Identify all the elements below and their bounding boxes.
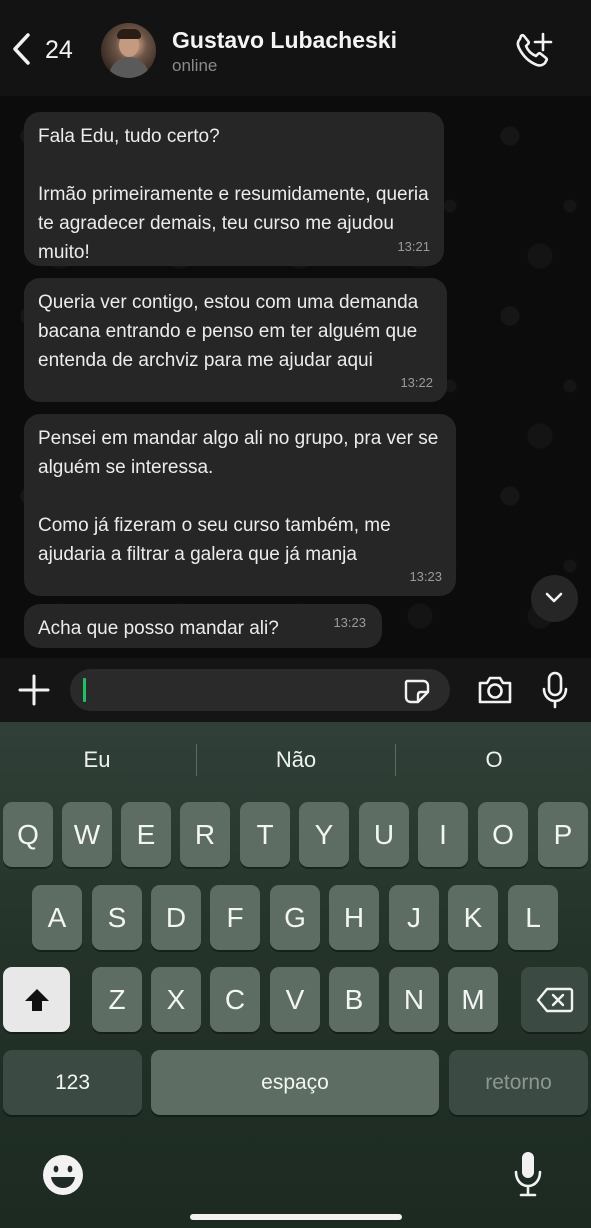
message-list[interactable]: Fala Edu, tudo certo? Irmão primeirament… — [0, 96, 591, 658]
key-e[interactable]: E — [121, 802, 171, 867]
suggestion-bar: Eu Não O — [0, 738, 591, 782]
home-indicator[interactable] — [190, 1214, 402, 1220]
avatar[interactable] — [101, 23, 156, 78]
backspace-icon — [536, 987, 573, 1012]
key-u[interactable]: U — [359, 802, 409, 867]
message-text: Queria ver contigo, estou com uma demand… — [38, 292, 419, 371]
message-bubble[interactable]: Queria ver contigo, estou com uma demand… — [24, 278, 447, 402]
emoji-button[interactable] — [41, 1153, 85, 1197]
message-text: Acha que posso mandar ali? — [38, 618, 279, 639]
message-time: 13:23 — [333, 615, 366, 630]
key-l[interactable]: L — [508, 885, 558, 950]
key-a[interactable]: A — [32, 885, 82, 950]
add-call-button[interactable] — [512, 30, 556, 70]
whatsapp-chat-screen: 24 Gustavo Lubacheski online Fala Edu, t… — [0, 0, 591, 1228]
numbers-key[interactable]: 123 — [3, 1050, 142, 1115]
suggestion-divider — [196, 744, 197, 776]
camera-icon — [478, 676, 512, 704]
unread-count: 24 — [45, 36, 73, 64]
shift-key[interactable] — [3, 967, 70, 1032]
key-z[interactable]: Z — [92, 967, 142, 1032]
attach-button[interactable] — [16, 672, 52, 708]
key-t[interactable]: T — [240, 802, 290, 867]
message-time: 13:21 — [397, 239, 430, 254]
plus-icon — [18, 674, 50, 706]
add-call-icon — [516, 32, 553, 67]
camera-button[interactable] — [476, 674, 514, 706]
chevron-left-icon — [13, 33, 30, 65]
shift-icon — [24, 988, 49, 1011]
key-g[interactable]: G — [270, 885, 320, 950]
sticker-icon[interactable] — [402, 677, 432, 705]
backspace-key[interactable] — [521, 967, 588, 1032]
message-text: Fala Edu, tudo certo? Irmão primeirament… — [38, 126, 429, 263]
key-m[interactable]: M — [448, 967, 498, 1032]
key-o[interactable]: O — [478, 802, 528, 867]
key-x[interactable]: X — [151, 967, 201, 1032]
space-key[interactable]: espaço — [151, 1050, 439, 1115]
suggestion-item[interactable]: Eu — [2, 738, 192, 782]
text-cursor — [83, 678, 86, 702]
composer-bar — [0, 658, 591, 722]
key-d[interactable]: D — [151, 885, 201, 950]
emoji-icon — [43, 1155, 83, 1195]
message-time: 13:22 — [400, 375, 433, 390]
suggestion-item[interactable]: O — [399, 738, 589, 782]
key-w[interactable]: W — [62, 802, 112, 867]
microphone-icon — [514, 1152, 542, 1197]
key-k[interactable]: K — [448, 885, 498, 950]
key-q[interactable]: Q — [3, 802, 53, 867]
key-b[interactable]: B — [329, 967, 379, 1032]
message-bubble[interactable]: Fala Edu, tudo certo? Irmão primeirament… — [24, 112, 444, 266]
key-r[interactable]: R — [180, 802, 230, 867]
key-c[interactable]: C — [210, 967, 260, 1032]
key-i[interactable]: I — [418, 802, 468, 867]
message-text: Pensei em mandar algo ali no grupo, pra … — [38, 428, 439, 565]
dictation-button[interactable] — [512, 1150, 544, 1198]
message-bubble[interactable]: Pensei em mandar algo ali no grupo, pra … — [24, 414, 456, 596]
return-key[interactable]: retorno — [449, 1050, 588, 1115]
contact-status: online — [172, 56, 218, 75]
key-v[interactable]: V — [270, 967, 320, 1032]
key-y[interactable]: Y — [299, 802, 349, 867]
key-j[interactable]: J — [389, 885, 439, 950]
key-n[interactable]: N — [389, 967, 439, 1032]
on-screen-keyboard: Eu Não O Q W E R T Y U I O P A S D F G H… — [0, 722, 591, 1228]
message-bubble[interactable]: Acha que posso mandar ali? 13:23 — [24, 604, 382, 648]
scroll-to-bottom-button[interactable] — [531, 575, 578, 622]
chat-header: 24 Gustavo Lubacheski online — [0, 0, 591, 96]
key-s[interactable]: S — [92, 885, 142, 950]
message-input[interactable] — [70, 669, 450, 711]
key-p[interactable]: P — [538, 802, 588, 867]
suggestion-divider — [395, 744, 396, 776]
suggestion-item[interactable]: Não — [201, 738, 391, 782]
microphone-icon — [542, 671, 568, 709]
key-h[interactable]: H — [329, 885, 379, 950]
contact-name[interactable]: Gustavo Lubacheski — [172, 27, 397, 54]
back-button[interactable]: 24 — [10, 30, 90, 70]
chevron-down-icon — [545, 592, 563, 603]
message-time: 13:23 — [409, 569, 442, 584]
voice-message-button[interactable] — [541, 670, 569, 710]
key-f[interactable]: F — [210, 885, 260, 950]
